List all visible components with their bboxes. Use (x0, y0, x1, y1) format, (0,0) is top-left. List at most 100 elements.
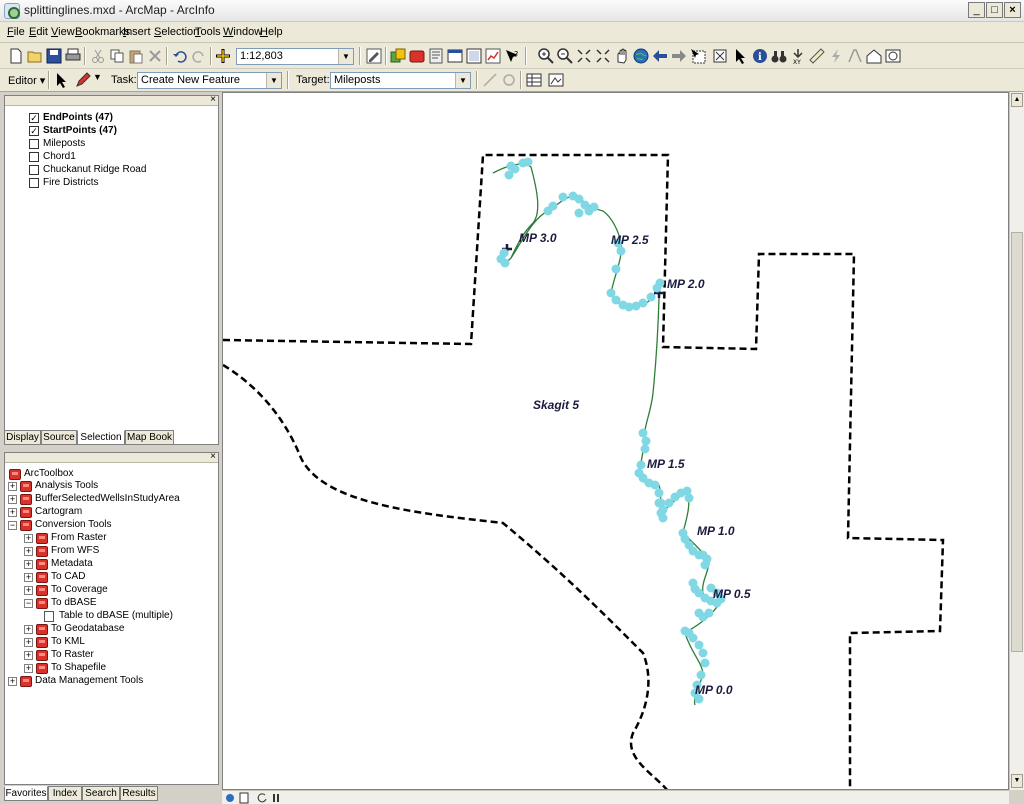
save-icon[interactable] (46, 48, 62, 64)
zoom-in-icon[interactable] (538, 48, 554, 64)
refresh-icon[interactable] (256, 792, 268, 804)
selected-point[interactable] (558, 192, 568, 202)
layer-visibility-checkbox[interactable] (29, 139, 39, 149)
sketch-properties-icon[interactable] (548, 72, 564, 88)
expand-icon[interactable]: + (24, 534, 33, 543)
tab-display[interactable]: Display (4, 430, 41, 445)
expand-icon[interactable]: + (24, 638, 33, 647)
tab-results[interactable]: Results (120, 786, 158, 801)
clear-selection-icon[interactable] (712, 48, 728, 64)
go-forward-arrow-icon[interactable] (671, 48, 687, 64)
pan-hand-icon[interactable] (614, 48, 630, 64)
task-combo[interactable]: Create New Feature ▼ (137, 72, 282, 89)
expand-icon[interactable]: + (24, 651, 33, 660)
maximize-button[interactable]: □ (986, 2, 1003, 18)
go-back-arrow-icon[interactable] (652, 48, 668, 64)
layer-visibility-checkbox[interactable] (29, 165, 39, 175)
menu-window[interactable]: Window (223, 26, 262, 38)
map-scale-combo[interactable]: 1:12,803 ▼ (236, 48, 354, 65)
selected-point[interactable] (548, 201, 558, 211)
expand-icon[interactable]: + (24, 586, 33, 595)
time-slider-icon[interactable] (885, 48, 901, 64)
fixed-zoom-in-icon[interactable] (576, 48, 592, 64)
collapse-icon[interactable]: − (8, 521, 17, 530)
selected-point[interactable] (700, 658, 710, 668)
cut-icon[interactable] (90, 48, 106, 64)
fixed-zoom-out-icon[interactable] (595, 48, 611, 64)
create-viewer-window-icon[interactable] (866, 48, 882, 64)
selected-point[interactable] (523, 157, 533, 167)
selected-point[interactable] (696, 670, 706, 680)
selected-point[interactable] (646, 292, 656, 302)
close-icon[interactable]: × (210, 451, 216, 462)
expand-icon[interactable]: + (24, 547, 33, 556)
scroll-down-arrow-icon[interactable]: ▼ (1011, 774, 1023, 788)
scrollbar-thumb[interactable] (1011, 232, 1023, 652)
add-data-icon[interactable] (215, 48, 231, 64)
close-icon[interactable]: × (210, 94, 216, 105)
selected-point[interactable] (636, 460, 646, 470)
command-line-icon[interactable] (428, 48, 444, 64)
minimize-button[interactable]: _ (968, 2, 985, 18)
new-document-icon[interactable] (8, 48, 24, 64)
redo-icon[interactable] (191, 48, 207, 64)
graph-icon[interactable] (485, 48, 501, 64)
zoom-out-icon[interactable] (557, 48, 573, 64)
tab-favorites[interactable]: Favorites (4, 786, 48, 801)
copy-icon[interactable] (109, 48, 125, 64)
collapse-icon[interactable]: − (24, 599, 33, 608)
menu-tools[interactable]: Tools (195, 26, 221, 38)
editor-toolbar-icon[interactable] (366, 48, 382, 64)
tab-search[interactable]: Search (82, 786, 120, 801)
whats-this-icon[interactable]: ? (504, 48, 520, 64)
identify-icon[interactable]: i (752, 48, 768, 64)
find-binoculars-icon[interactable] (771, 48, 787, 64)
selected-point[interactable] (654, 488, 664, 498)
menu-file[interactable]: File (7, 26, 25, 38)
expand-icon[interactable]: + (8, 677, 17, 686)
selected-point[interactable] (616, 246, 626, 256)
tab-selection[interactable]: Selection (77, 430, 125, 445)
menu-selection[interactable]: Selection (154, 26, 199, 38)
map-vertical-scrollbar[interactable]: ▲ ▼ (1009, 92, 1024, 790)
expand-icon[interactable]: + (8, 482, 17, 491)
layer-visibility-checkbox[interactable]: ✓ (29, 126, 39, 136)
map-display[interactable]: Skagit 5 MP 3.0 MP 2.5 MP 2.0 MP 1.5 MP … (222, 92, 1009, 790)
paste-icon[interactable] (128, 48, 144, 64)
edit-pointer-icon[interactable] (53, 72, 69, 88)
expand-icon[interactable]: + (8, 508, 17, 517)
expand-icon[interactable]: + (24, 573, 33, 582)
menu-insert[interactable]: Insert (123, 26, 151, 38)
editor-menu-button[interactable]: Editor ▾ (8, 74, 45, 87)
layout-view-icon[interactable] (238, 792, 250, 804)
selected-point[interactable] (655, 278, 665, 288)
expand-icon[interactable]: + (24, 560, 33, 569)
menu-view[interactable]: View (51, 26, 75, 38)
layer-visibility-checkbox[interactable] (29, 178, 39, 188)
delete-icon[interactable] (147, 48, 163, 64)
selected-point[interactable] (700, 560, 710, 570)
tab-index[interactable]: Index (48, 786, 82, 801)
go-to-xy-icon[interactable]: XY (790, 48, 806, 64)
selected-point[interactable] (638, 298, 648, 308)
selected-point[interactable] (654, 498, 664, 508)
selected-point[interactable] (589, 202, 599, 212)
sketch-tool-dropdown[interactable]: ▼ (93, 72, 102, 82)
catalog-icon[interactable] (466, 48, 482, 64)
menu-bookmarks[interactable]: Bookmarks (75, 26, 130, 38)
selected-point[interactable] (641, 436, 651, 446)
undo-icon[interactable] (172, 48, 188, 64)
open-folder-icon[interactable] (27, 48, 43, 64)
scroll-up-arrow-icon[interactable]: ▲ (1011, 93, 1023, 107)
hyperlink-lightning-icon[interactable] (828, 48, 844, 64)
tab-source[interactable]: Source (41, 430, 77, 445)
model-window-icon[interactable] (447, 48, 463, 64)
selected-point[interactable] (704, 608, 714, 618)
selected-point[interactable] (658, 513, 668, 523)
selected-point[interactable] (684, 493, 694, 503)
select-elements-pointer-icon[interactable] (733, 48, 749, 64)
pause-drawing-icon[interactable] (270, 792, 282, 804)
menu-help[interactable]: Help (260, 26, 283, 38)
select-features-icon[interactable] (690, 48, 706, 64)
identify-results-icon[interactable] (390, 48, 406, 64)
